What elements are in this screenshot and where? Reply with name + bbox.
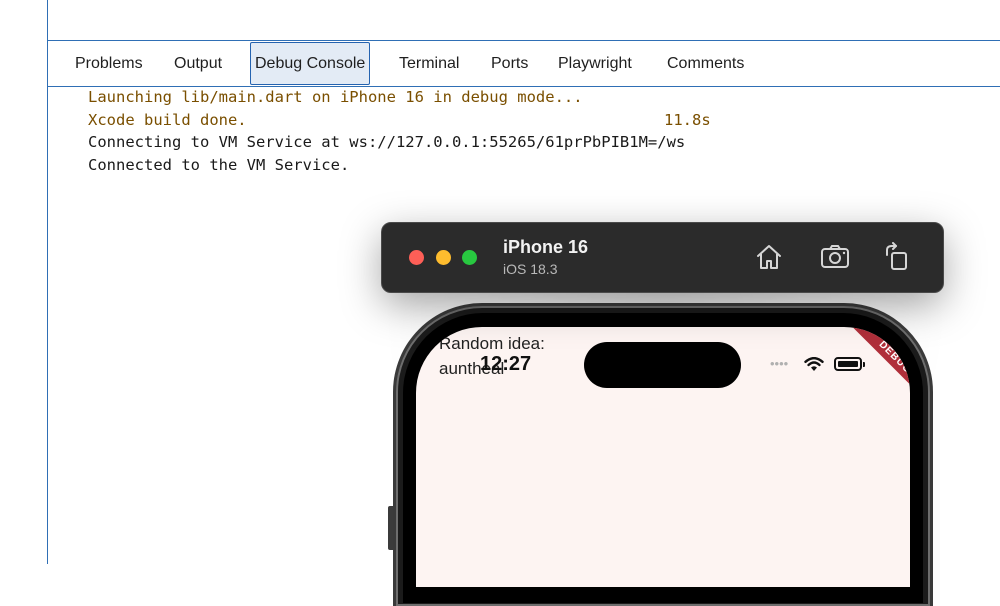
dynamic-island [584, 342, 741, 388]
phone-screen[interactable]: Random idea: auntheal 12:27 •••• DEBUG [416, 327, 910, 587]
phone-side-button [388, 506, 396, 550]
tab-ports[interactable]: Ports [491, 41, 528, 86]
status-bar-time: 12:27 [480, 353, 532, 375]
debug-banner-label: DEBUG [850, 327, 910, 403]
console-line-text: Xcode build done. [88, 110, 247, 129]
tab-debug-console[interactable]: Debug Console [250, 42, 371, 85]
signal-dots-icon: •••• [770, 356, 789, 371]
simulator-title-bar[interactable]: iPhone 16 iOS 18.3 [381, 222, 944, 293]
tab-output[interactable]: Output [174, 41, 222, 86]
console-line: Launching lib/main.dart on iPhone 16 in … [88, 86, 788, 109]
console-line: Xcode build done. 11.8s [88, 109, 788, 132]
screenshot-icon[interactable] [820, 242, 850, 272]
wifi-icon [804, 357, 824, 371]
simulator-os-version: iOS 18.3 [503, 261, 558, 277]
tab-comments[interactable]: Comments [667, 41, 744, 86]
debug-console-output[interactable]: Launching lib/main.dart on iPhone 16 in … [88, 86, 788, 176]
console-line: Connected to the VM Service. [88, 154, 788, 177]
console-line: Connecting to VM Service at ws://127.0.0… [88, 131, 788, 154]
zoom-window-button[interactable] [462, 250, 477, 265]
simulator-device-name: iPhone 16 [503, 237, 589, 257]
console-build-time: 11.8s [664, 110, 711, 129]
console-line-text: Launching lib/main.dart on iPhone 16 in … [88, 88, 583, 106]
tab-terminal[interactable]: Terminal [399, 41, 459, 86]
tab-problems[interactable]: Problems [75, 41, 143, 86]
console-line-text: Connected to the VM Service. [88, 155, 350, 174]
panel-tab-bar: Problems Output Debug Console Terminal P… [48, 41, 1000, 86]
console-line-text: Connecting to VM Service at ws://127.0.0… [88, 133, 686, 152]
home-icon[interactable] [754, 242, 784, 272]
rotate-icon[interactable] [882, 242, 912, 272]
close-window-button[interactable] [409, 250, 424, 265]
minimize-window-button[interactable] [436, 250, 451, 265]
tab-playwright[interactable]: Playwright [558, 41, 632, 86]
debug-banner: DEBUG [830, 327, 910, 407]
